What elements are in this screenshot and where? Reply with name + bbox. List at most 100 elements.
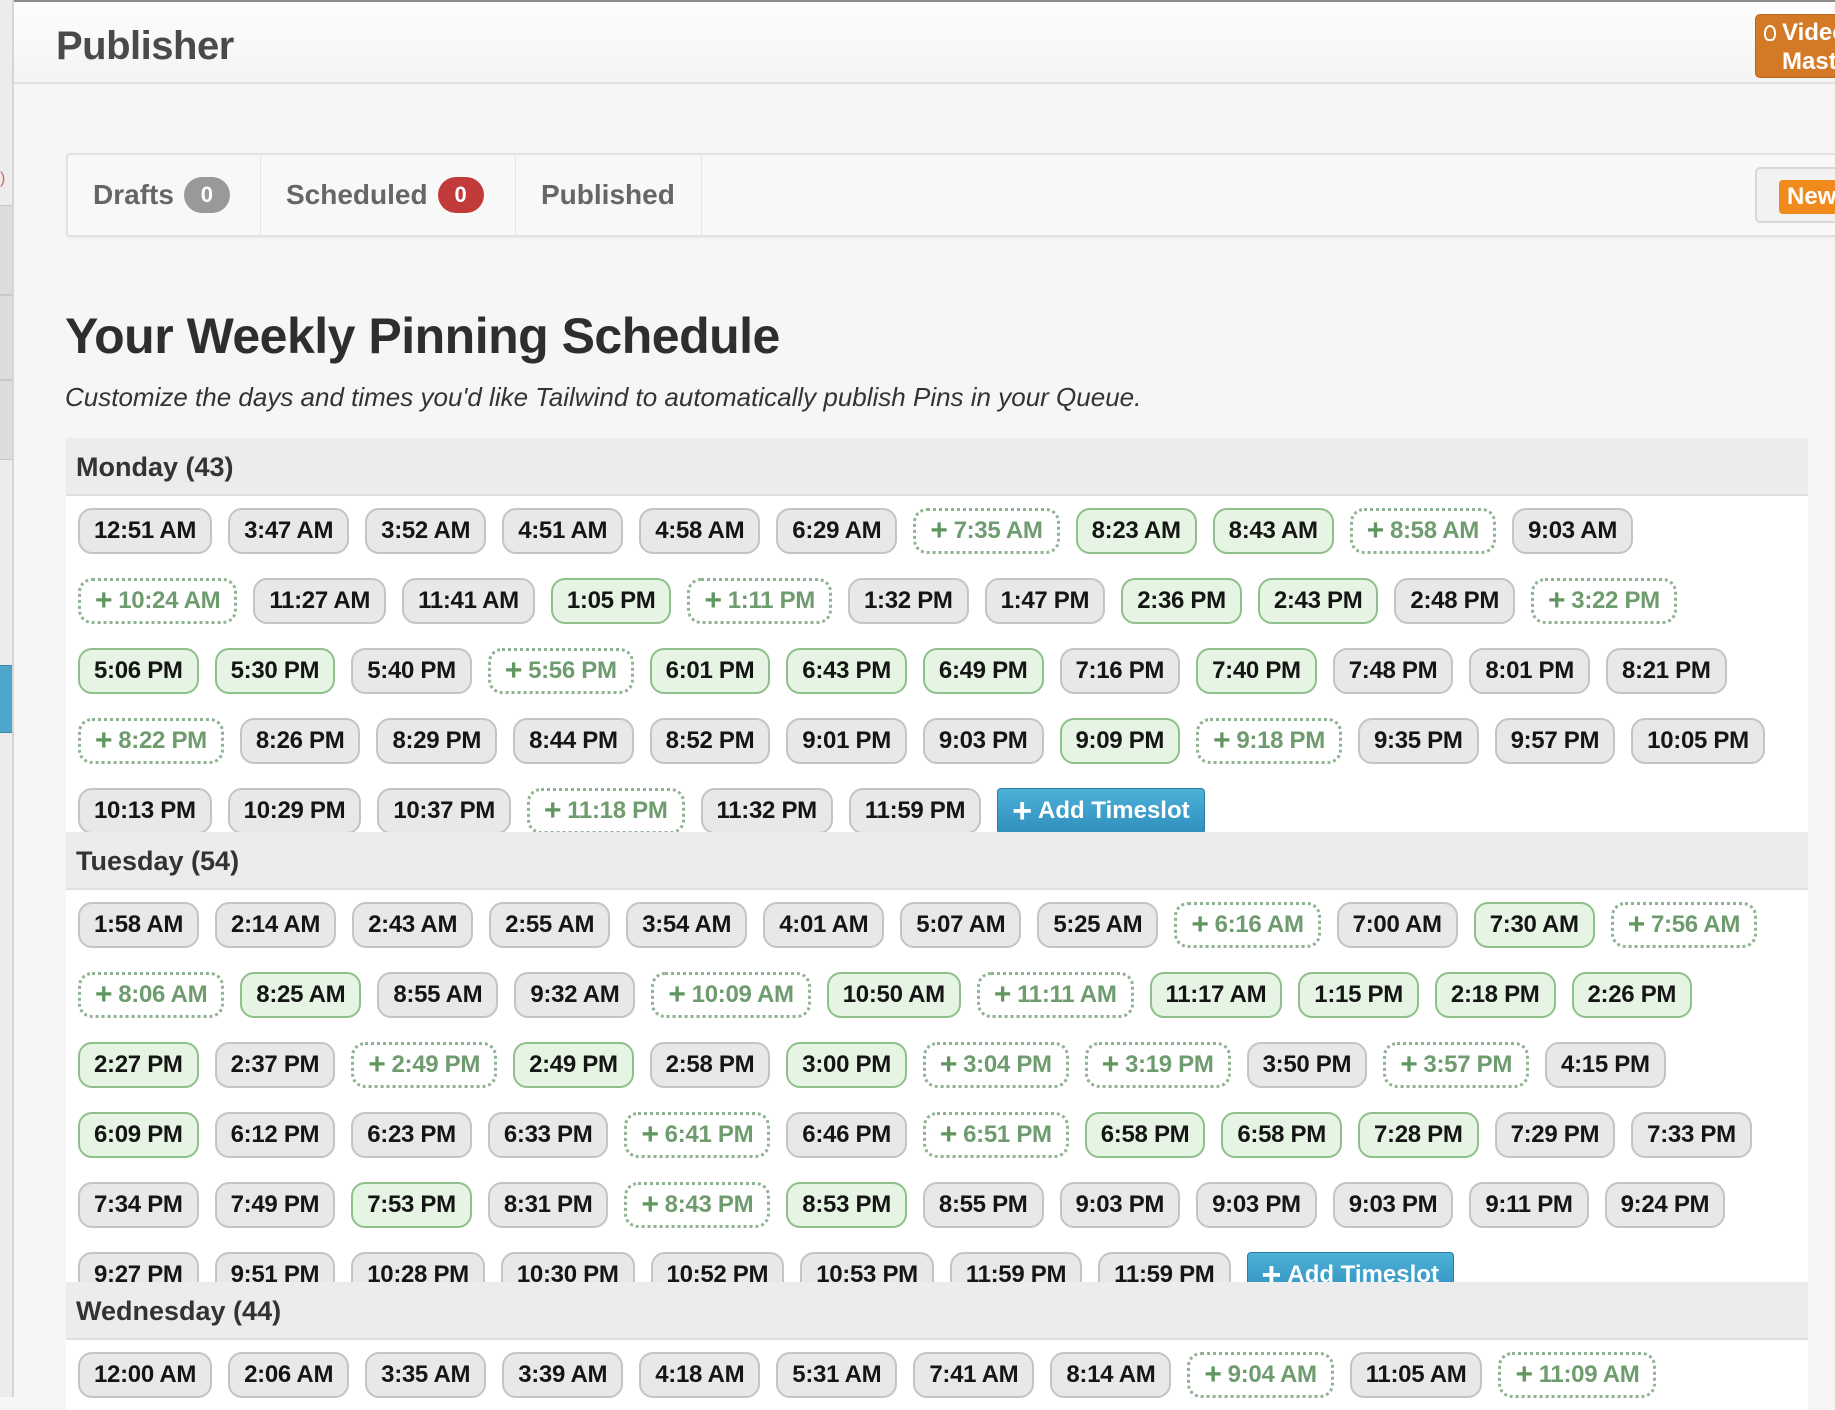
timeslot-chip[interactable]: 7:29 PM <box>1494 1112 1616 1158</box>
timeslot-chip[interactable]: 3:52 AM <box>365 508 487 554</box>
timeslot-chip[interactable]: 5:31 AM <box>776 1352 898 1398</box>
suggested-timeslot[interactable]: +5:56 PM <box>487 648 634 694</box>
timeslot-chip[interactable]: 6:29 AM <box>776 508 898 554</box>
timeslot-chip[interactable]: 9:03 PM <box>922 718 1044 764</box>
sidebar-nav-item[interactable] <box>0 380 12 460</box>
add-timeslot-button[interactable]: + Add Timeslot <box>997 788 1205 834</box>
timeslot-chip[interactable]: 4:18 AM <box>639 1352 761 1398</box>
new-button[interactable]: New <box>1755 167 1835 223</box>
timeslot-chip[interactable]: 3:00 PM <box>786 1042 907 1088</box>
suggested-timeslot[interactable]: +1:11 PM <box>687 578 832 624</box>
timeslot-chip[interactable]: 7:33 PM <box>1631 1112 1752 1158</box>
tab-published[interactable]: Published <box>516 155 702 235</box>
suggested-timeslot[interactable]: +10:24 AM <box>78 578 238 624</box>
timeslot-chip[interactable]: 9:03 PM <box>1059 1182 1181 1228</box>
suggested-timeslot[interactable]: +11:09 AM <box>1498 1352 1657 1398</box>
suggested-timeslot[interactable]: +10:09 AM <box>651 972 811 1018</box>
timeslot-chip[interactable]: 6:49 PM <box>922 648 1044 694</box>
video-masterclass-button[interactable]: Video Masterclass <box>1755 14 1835 78</box>
timeslot-chip[interactable]: 6:43 PM <box>786 648 907 694</box>
suggested-timeslot[interactable]: +7:35 AM <box>913 508 1060 554</box>
timeslot-chip[interactable]: 11:17 AM <box>1149 972 1283 1018</box>
timeslot-chip[interactable]: 8:44 PM <box>513 718 634 764</box>
timeslot-chip[interactable]: 5:40 PM <box>351 648 472 694</box>
timeslot-chip[interactable]: 2:43 PM <box>1257 578 1379 624</box>
suggested-timeslot[interactable]: +11:11 AM <box>976 972 1134 1018</box>
timeslot-chip[interactable]: 6:12 PM <box>214 1112 336 1158</box>
timeslot-chip[interactable]: 6:33 PM <box>487 1112 609 1158</box>
suggested-timeslot[interactable]: +3:04 PM <box>922 1042 1069 1088</box>
timeslot-chip[interactable]: 4:15 PM <box>1545 1042 1666 1088</box>
timeslot-chip[interactable]: 9:35 PM <box>1357 718 1479 764</box>
timeslot-chip[interactable]: 9:11 PM <box>1469 1182 1589 1228</box>
timeslot-chip[interactable]: 8:29 PM <box>376 718 498 764</box>
timeslot-chip[interactable]: 9:32 AM <box>514 972 636 1018</box>
suggested-timeslot[interactable]: +7:56 AM <box>1610 902 1758 948</box>
timeslot-chip[interactable]: 11:41 AM <box>402 578 535 624</box>
timeslot-chip[interactable]: 2:06 AM <box>228 1352 350 1398</box>
timeslot-chip[interactable]: 8:55 PM <box>922 1182 1044 1228</box>
timeslot-chip[interactable]: 10:05 PM <box>1631 718 1765 764</box>
timeslot-chip[interactable]: 6:23 PM <box>351 1112 472 1158</box>
timeslot-chip[interactable]: 8:31 PM <box>487 1182 609 1228</box>
timeslot-chip[interactable]: 9:09 PM <box>1059 718 1181 764</box>
timeslot-chip[interactable]: 7:28 PM <box>1357 1112 1479 1158</box>
suggested-timeslot[interactable]: +9:04 AM <box>1187 1352 1334 1398</box>
timeslot-chip[interactable]: 1:15 PM <box>1298 972 1419 1018</box>
suggested-timeslot[interactable]: +6:41 PM <box>624 1112 771 1158</box>
sidebar-nav-item[interactable] <box>0 205 12 295</box>
timeslot-chip[interactable]: 9:57 PM <box>1494 718 1616 764</box>
timeslot-chip[interactable]: 3:54 AM <box>626 902 748 948</box>
timeslot-chip[interactable]: 5:07 AM <box>900 902 1022 948</box>
timeslot-chip[interactable]: 6:01 PM <box>649 648 771 694</box>
suggested-timeslot[interactable]: +8:22 PM <box>78 718 224 764</box>
timeslot-chip[interactable]: 9:03 PM <box>1332 1182 1454 1228</box>
suggested-timeslot[interactable]: +8:58 AM <box>1349 508 1496 554</box>
timeslot-chip[interactable]: 6:58 PM <box>1084 1112 1206 1158</box>
timeslot-chip[interactable]: 12:51 AM <box>78 508 213 554</box>
timeslot-chip[interactable]: 3:50 PM <box>1246 1042 1368 1088</box>
sidebar-nav-item-active[interactable] <box>0 665 12 733</box>
timeslot-chip[interactable]: 10:29 PM <box>227 788 362 834</box>
suggested-timeslot[interactable]: +6:51 PM <box>922 1112 1069 1158</box>
timeslot-chip[interactable]: 11:27 AM <box>253 578 387 624</box>
timeslot-chip[interactable]: 7:53 PM <box>351 1182 472 1228</box>
timeslot-chip[interactable]: 8:53 PM <box>786 1182 907 1228</box>
timeslot-chip[interactable]: 2:37 PM <box>214 1042 336 1088</box>
suggested-timeslot[interactable]: +8:43 PM <box>624 1182 771 1228</box>
timeslot-chip[interactable]: 1:58 AM <box>78 902 200 948</box>
timeslot-chip[interactable]: 7:30 AM <box>1473 902 1595 948</box>
timeslot-chip[interactable]: 1:32 PM <box>847 578 969 624</box>
timeslot-chip[interactable]: 10:13 PM <box>78 788 212 834</box>
timeslot-chip[interactable]: 2:49 PM <box>513 1042 634 1088</box>
timeslot-chip[interactable]: 4:01 AM <box>763 902 885 948</box>
timeslot-chip[interactable]: 2:27 PM <box>78 1042 199 1088</box>
timeslot-chip[interactable]: 11:32 PM <box>700 788 833 834</box>
suggested-timeslot[interactable]: +3:22 PM <box>1531 578 1677 624</box>
tab-scheduled[interactable]: Scheduled 0 <box>261 155 516 235</box>
timeslot-chip[interactable]: 9:01 PM <box>786 718 907 764</box>
timeslot-chip[interactable]: 5:30 PM <box>214 648 336 694</box>
timeslot-chip[interactable]: 2:43 AM <box>352 902 474 948</box>
timeslot-chip[interactable]: 6:09 PM <box>78 1112 199 1158</box>
timeslot-chip[interactable]: 2:26 PM <box>1571 972 1693 1018</box>
sidebar-nav-item[interactable] <box>0 295 12 380</box>
timeslot-chip[interactable]: 11:05 AM <box>1349 1352 1483 1398</box>
timeslot-chip[interactable]: 8:25 AM <box>240 972 362 1018</box>
timeslot-chip[interactable]: 10:37 PM <box>377 788 511 834</box>
timeslot-chip[interactable]: 7:41 AM <box>913 1352 1035 1398</box>
timeslot-chip[interactable]: 8:43 AM <box>1212 508 1334 554</box>
suggested-timeslot[interactable]: +11:18 PM <box>526 788 685 834</box>
timeslot-chip[interactable]: 12:00 AM <box>78 1352 213 1398</box>
timeslot-chip[interactable]: 4:51 AM <box>502 508 624 554</box>
timeslot-chip[interactable]: 3:47 AM <box>228 508 350 554</box>
timeslot-chip[interactable]: 11:59 PM <box>848 788 982 834</box>
timeslot-chip[interactable]: 8:23 AM <box>1075 508 1197 554</box>
timeslot-chip[interactable]: 7:00 AM <box>1336 902 1458 948</box>
timeslot-chip[interactable]: 4:58 AM <box>639 508 761 554</box>
timeslot-chip[interactable]: 7:16 PM <box>1059 648 1181 694</box>
timeslot-chip[interactable]: 7:48 PM <box>1332 648 1454 694</box>
timeslot-chip[interactable]: 7:40 PM <box>1196 648 1317 694</box>
timeslot-chip[interactable]: 2:14 AM <box>215 902 337 948</box>
timeslot-chip[interactable]: 7:49 PM <box>214 1182 336 1228</box>
